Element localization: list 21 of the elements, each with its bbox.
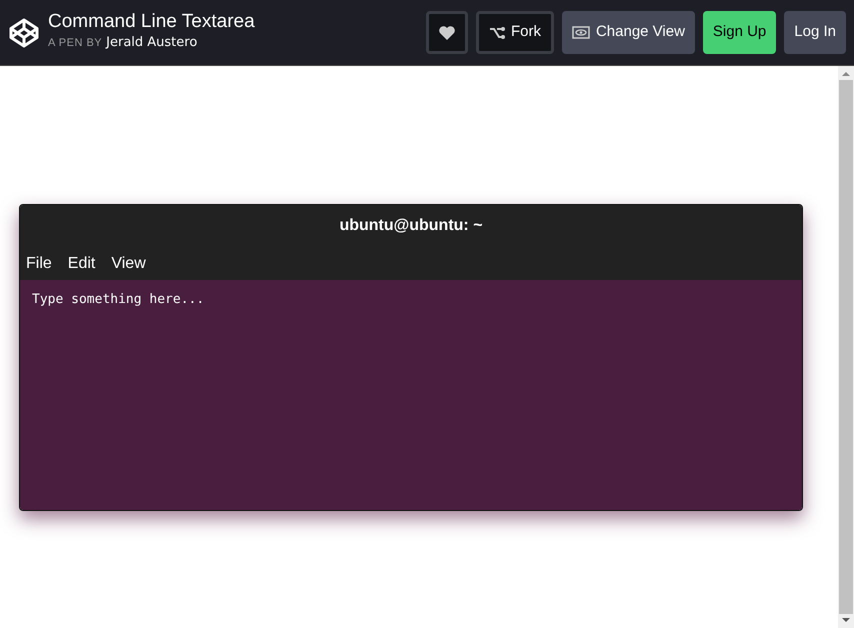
menu-item[interactable]: Edit	[68, 252, 96, 276]
menu-item[interactable]: File	[26, 252, 52, 276]
like-button[interactable]	[426, 11, 468, 54]
byline-label: A PEN BY	[48, 36, 102, 52]
change-view-button[interactable]: Change View	[562, 11, 695, 54]
fork-button[interactable]: Fork	[476, 11, 554, 54]
scroll-up-icon[interactable]	[841, 70, 851, 78]
cube-logo-icon[interactable]	[8, 16, 40, 48]
scrollbar-thumb[interactable]	[839, 80, 853, 614]
heart-icon	[438, 24, 456, 40]
eye-icon	[572, 26, 590, 39]
pen-title: Command Line Textarea	[48, 12, 255, 34]
fork-icon	[488, 26, 505, 40]
menu-item[interactable]: View	[111, 252, 146, 276]
scrollbar[interactable]	[838, 66, 854, 628]
terminal-title: ubuntu@ubuntu: ~	[338, 216, 484, 236]
author-link[interactable]: Jerald Austero	[106, 33, 198, 53]
scroll-down-icon[interactable]	[841, 616, 851, 624]
log-in-button[interactable]: Log In	[784, 11, 846, 54]
terminal-textarea[interactable]: Type something here...	[20, 280, 802, 510]
sign-up-button[interactable]: Sign Up	[702, 11, 776, 54]
